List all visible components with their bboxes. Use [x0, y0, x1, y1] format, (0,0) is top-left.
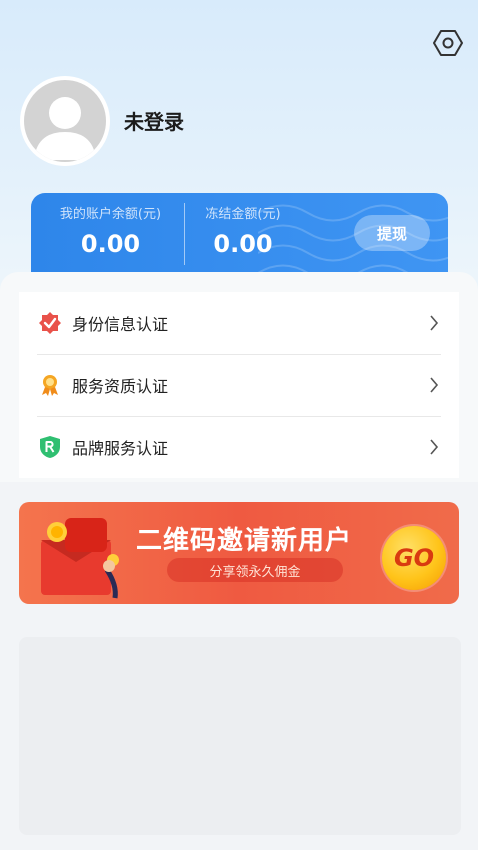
frozen-balance-value: 0.00 — [213, 230, 273, 258]
identity-certification-label: 身份信息认证 — [72, 315, 169, 334]
invite-banner[interactable]: 二维码邀请新用户 分享领永久佣金 GO — [19, 502, 459, 604]
banner-title: 二维码邀请新用户 — [136, 526, 353, 556]
brand-certification-item[interactable]: 品牌服务认证 — [19, 416, 459, 478]
chevron-right-icon — [430, 439, 439, 455]
certification-list: 身份信息认证 服务资质认证 品牌服务认证 — [19, 292, 459, 478]
avatar[interactable] — [20, 76, 110, 166]
brand-certification-label: 品牌服务认证 — [72, 439, 169, 458]
chevron-right-icon — [430, 315, 439, 331]
banner-subtitle: 分享领永久佣金 — [167, 558, 343, 582]
account-balance-label: 我的账户余额(元) — [59, 207, 162, 222]
bottom-placeholder-panel — [19, 637, 461, 835]
account-balance-value: 0.00 — [80, 230, 141, 258]
withdraw-button[interactable]: 提现 — [354, 215, 430, 251]
settings-hexagon-icon — [433, 30, 463, 56]
default-avatar-icon — [34, 97, 96, 160]
brand-r-shield-icon — [38, 435, 62, 459]
identity-certification-item[interactable]: 身份信息认证 — [19, 292, 459, 354]
award-medal-icon — [38, 373, 62, 397]
qualification-certification-item[interactable]: 服务资质认证 — [19, 354, 459, 416]
settings-button[interactable] — [432, 27, 464, 59]
chevron-right-icon — [430, 377, 439, 393]
frozen-balance-label: 冻结金额(元) — [205, 207, 281, 222]
balance-divider — [184, 203, 185, 265]
qualification-certification-label: 服务资质认证 — [72, 377, 169, 396]
red-envelope-illustration — [41, 518, 119, 599]
verified-shield-icon — [38, 311, 62, 335]
frozen-balance: 冻结金额(元) 0.00 — [191, 203, 295, 258]
username-label[interactable]: 未登录 — [124, 106, 184, 135]
account-balance: 我的账户余额(元) 0.00 — [48, 203, 173, 258]
go-button[interactable]: GO — [382, 526, 446, 590]
